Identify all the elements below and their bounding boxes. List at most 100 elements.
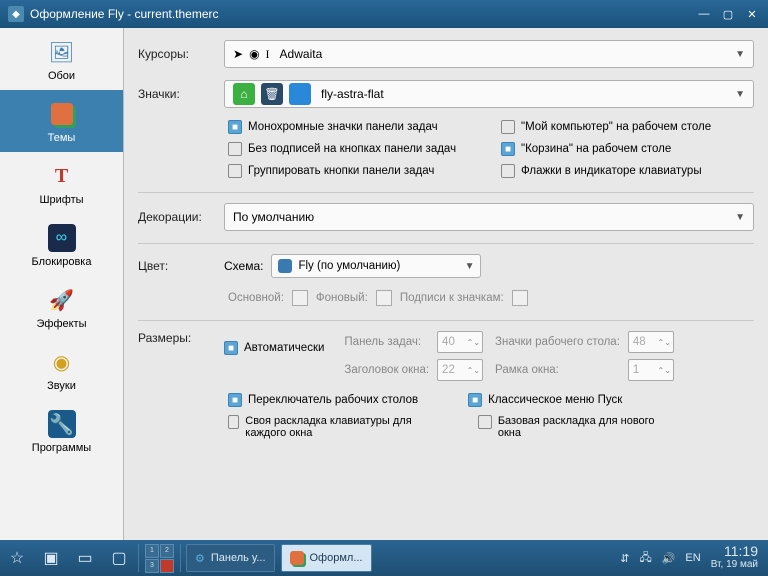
clock-date: Вт, 19 май — [711, 558, 758, 571]
checkbox-icon — [478, 415, 492, 429]
checkbox-icon: ■ — [501, 142, 515, 156]
sidebar-item-label: Темы — [48, 132, 76, 144]
minimize-button[interactable]: — — [696, 6, 712, 22]
close-button[interactable]: ✕ — [744, 6, 760, 22]
clock-time: 11:19 — [711, 545, 758, 558]
system-tray: ⇵ 🖧 🔊 EN 11:19 Вт, 19 май — [610, 545, 768, 571]
icons-dropdown[interactable]: ⌂ 🗑 fly-astra-flat ▼ — [224, 80, 754, 108]
sizes-label: Размеры: — [138, 331, 224, 345]
keyboard-layout-indicator[interactable]: EN — [685, 552, 700, 564]
clock[interactable]: 11:19 Вт, 19 май — [711, 545, 758, 571]
check-workspace-switcher[interactable]: ■Переключатель рабочих столов — [228, 393, 418, 407]
workspace-pager[interactable]: 123 — [145, 544, 174, 573]
start-button[interactable]: ☆ — [0, 540, 34, 576]
check-base-layout[interactable]: Базовая раскладка для нового окна — [478, 415, 678, 439]
check-kbd-flags[interactable]: Флажки в индикаторе клавиатуры — [501, 164, 754, 178]
maximize-button[interactable]: ▢ — [720, 6, 736, 22]
bg-color-label: Фоновый: — [316, 292, 368, 304]
sidebar-item-fonts[interactable]: T Шрифты — [0, 152, 123, 214]
decorations-label: Декорации: — [138, 210, 224, 224]
sidebar-item-lock[interactable]: ∞ Блокировка — [0, 214, 123, 276]
checkbox-icon: ■ — [228, 393, 242, 407]
check-group-buttons[interactable]: Группировать кнопки панели задач — [228, 164, 481, 178]
title-size-input[interactable]: 22 — [437, 359, 483, 381]
sidebar-item-sounds[interactable]: ◉ Звуки — [0, 338, 123, 400]
window: ◆ Оформление Fly - current.themerc — ▢ ✕… — [0, 0, 768, 540]
cursors-value: Adwaita — [280, 47, 323, 61]
sounds-icon: ◉ — [48, 348, 76, 376]
scheme-swatch-icon — [278, 259, 292, 273]
chevron-down-icon: ▼ — [735, 49, 745, 60]
icons-label: Значки: — [138, 87, 224, 101]
desktop-icons-size-label: Значки рабочего стола: — [495, 336, 620, 348]
show-desktop-button[interactable]: ▭ — [68, 540, 102, 576]
chevron-down-icon: ▼ — [735, 212, 745, 223]
scheme-label: Схема: — [224, 259, 263, 273]
terminal-button[interactable]: ▢ — [102, 540, 136, 576]
effects-icon: 🚀 — [48, 286, 76, 314]
scheme-value: Fly (по умолчанию) — [298, 260, 400, 272]
check-no-captions[interactable]: Без подписей на кнопках панели задач — [228, 142, 481, 156]
frame-size-input[interactable]: 1 — [628, 359, 674, 381]
frame-size-label: Рамка окна: — [495, 364, 620, 376]
checkbox-icon: ■ — [468, 393, 482, 407]
icons-value: fly-astra-flat — [321, 87, 384, 101]
sidebar-item-label: Блокировка — [32, 256, 92, 268]
volume-icon[interactable]: 🔊 — [662, 552, 676, 565]
themes-icon — [48, 100, 76, 128]
chevron-down-icon: ▼ — [735, 89, 745, 100]
caption-color-label: Подписи к значкам: — [400, 292, 504, 304]
checkbox-icon — [501, 120, 515, 134]
bg-color-swatch[interactable] — [376, 290, 392, 306]
checkbox-icon — [228, 142, 242, 156]
check-auto-sizes[interactable]: ■ Автоматически — [224, 341, 324, 355]
primary-color-swatch[interactable] — [292, 290, 308, 306]
gear-icon: ⚙ — [195, 552, 205, 565]
cursor-arrow-icon: ➤ — [233, 47, 243, 61]
usb-icon[interactable]: ⇵ — [620, 552, 629, 565]
primary-color-label: Основной: — [228, 292, 284, 304]
taskbar: ☆ ▣ ▭ ▢ 123 ⚙ Панель у... Оформл... ⇵ 🖧 … — [0, 540, 768, 576]
titlebar: ◆ Оформление Fly - current.themerc — ▢ ✕ — [0, 0, 768, 28]
sidebar-item-label: Обои — [48, 70, 75, 82]
sidebar-item-themes[interactable]: Темы — [0, 90, 123, 152]
chevron-down-icon: ▼ — [465, 261, 475, 272]
scheme-dropdown[interactable]: Fly (по умолчанию) ▼ — [271, 254, 481, 278]
fonts-icon: T — [48, 162, 76, 190]
check-my-computer[interactable]: "Мой компьютер" на рабочем столе — [501, 120, 754, 134]
check-trash-desktop[interactable]: ■"Корзина" на рабочем столе — [501, 142, 754, 156]
caption-color-swatch[interactable] — [512, 290, 528, 306]
sidebar-item-wallpapers[interactable]: 🖼 Обои — [0, 28, 123, 90]
sidebar-item-label: Программы — [32, 442, 91, 454]
check-classic-start[interactable]: ■Классическое меню Пуск — [468, 393, 622, 407]
check-mono-icons[interactable]: ■Монохромные значки панели задач — [228, 120, 481, 134]
desktop-icons-size-input[interactable]: 48 — [628, 331, 674, 353]
trash-icon: 🗑 — [261, 83, 283, 105]
sidebar: 🖼 Обои Темы T Шрифты ∞ Блокировка 🚀 Эффе… — [0, 28, 124, 540]
taskbar-size-input[interactable]: 40 — [437, 331, 483, 353]
window-title: Оформление Fly - current.themerc — [30, 7, 219, 21]
checkbox-icon — [501, 164, 515, 178]
lock-icon: ∞ — [48, 224, 76, 252]
wallpaper-icon: 🖼 — [48, 38, 76, 66]
home-icon: ⌂ — [233, 83, 255, 105]
cursors-label: Курсоры: — [138, 47, 224, 61]
check-own-layout[interactable]: Своя раскладка клавиатуры для каждого ок… — [228, 415, 428, 439]
checkbox-icon: ■ — [228, 120, 242, 134]
decorations-value: По умолчанию — [233, 210, 314, 224]
themes-icon — [290, 551, 304, 565]
taskbar-size-label: Панель задач: — [344, 336, 429, 348]
network-icon[interactable]: 🖧 — [639, 549, 651, 568]
task-item-panel[interactable]: ⚙ Панель у... — [186, 544, 275, 572]
checkbox-icon — [228, 415, 239, 429]
color-label: Цвет: — [138, 259, 224, 273]
sidebar-item-effects[interactable]: 🚀 Эффекты — [0, 276, 123, 338]
file-manager-button[interactable]: ▣ — [34, 540, 68, 576]
decorations-dropdown[interactable]: По умолчанию ▼ — [224, 203, 754, 231]
sidebar-item-programs[interactable]: 🔧 Программы — [0, 400, 123, 462]
task-item-theme[interactable]: Оформл... — [281, 544, 372, 572]
content: Курсоры: ➤ ◉ I Adwaita ▼ Значки: ⌂ 🗑 — [124, 28, 768, 540]
cursors-dropdown[interactable]: ➤ ◉ I Adwaita ▼ — [224, 40, 754, 68]
checkbox-icon — [228, 164, 242, 178]
desktop-icon — [289, 83, 311, 105]
